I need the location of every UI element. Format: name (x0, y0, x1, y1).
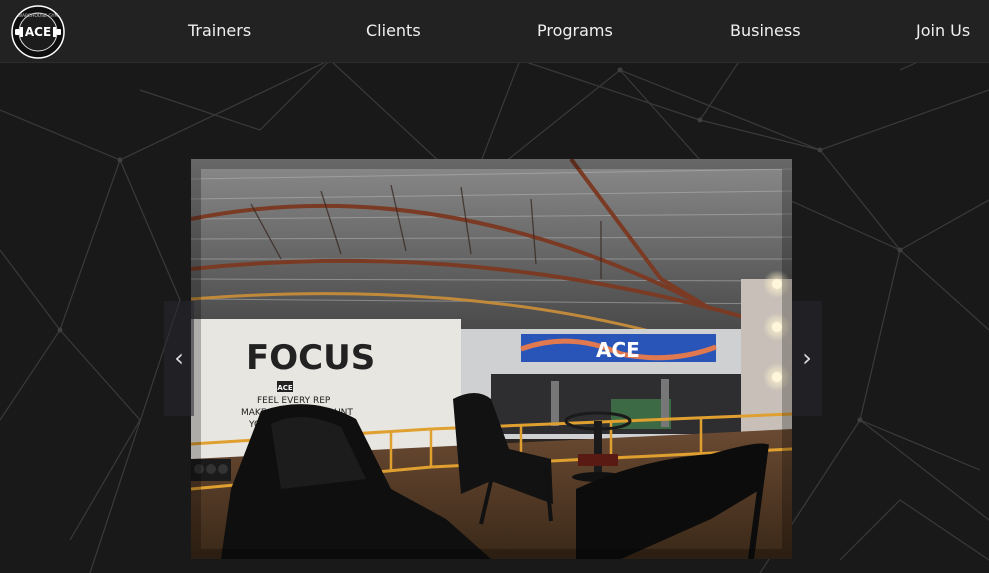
nav-trainers[interactable]: Trainers (188, 0, 251, 62)
page: ACE WAREHOUSE GYM Trainers Clients Progr… (0, 0, 989, 573)
wall-text-focus: FOCUS (246, 338, 375, 378)
carousel-slide-gym-photo: FOCUS ACE FEEL EVERY REP MAKE EVERY SET … (191, 159, 792, 559)
logo-ring-text: WAREHOUSE GYM (18, 13, 59, 19)
carousel-next-button[interactable]: › (792, 301, 822, 416)
nav-programs[interactable]: Programs (537, 0, 613, 62)
banner-text: ACE (596, 338, 640, 362)
wall-text-tag: ACE (277, 384, 293, 392)
carousel-prev-button[interactable]: ‹ (164, 301, 194, 416)
ace-logo-icon[interactable]: ACE WAREHOUSE GYM (11, 5, 65, 59)
top-navigation-bar: ACE WAREHOUSE GYM Trainers Clients Progr… (0, 0, 989, 63)
nav-business[interactable]: Business (730, 0, 801, 62)
nav-join-us[interactable]: Join Us (916, 0, 970, 62)
nav-clients[interactable]: Clients (366, 0, 421, 62)
logo-text: ACE (25, 25, 51, 39)
image-carousel: FOCUS ACE FEEL EVERY REP MAKE EVERY SET … (164, 159, 822, 559)
